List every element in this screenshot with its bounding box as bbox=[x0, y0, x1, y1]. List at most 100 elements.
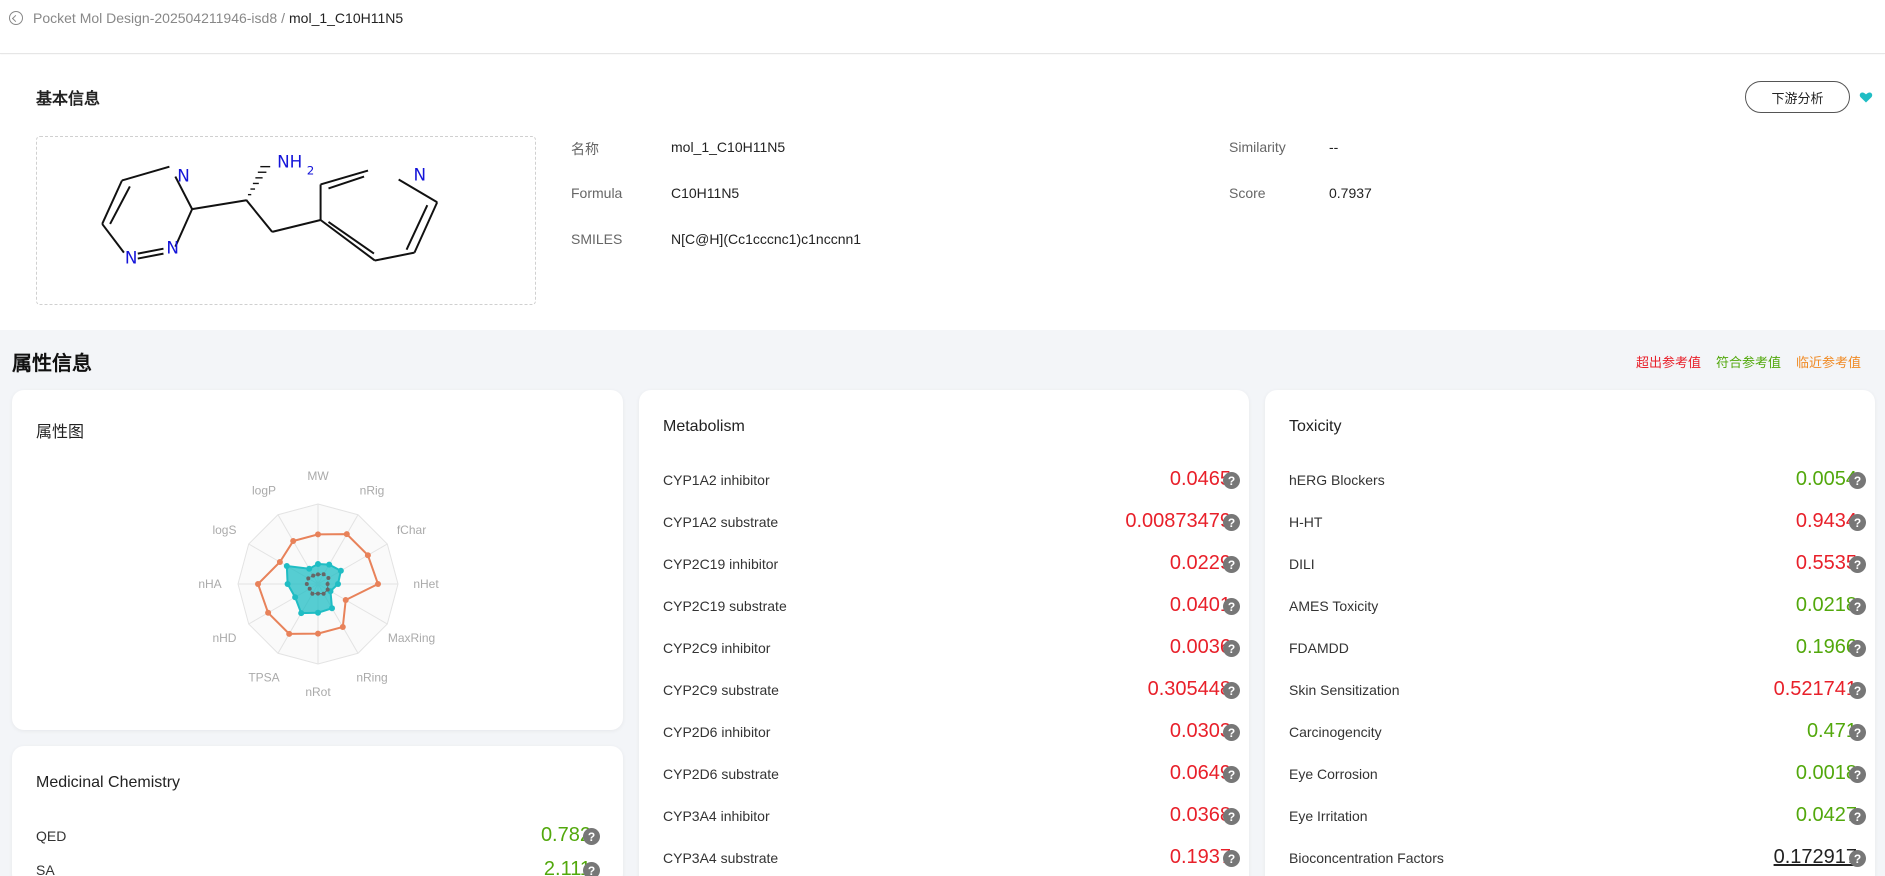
radar-axis-label: nHD bbox=[212, 631, 236, 645]
property-value: 0.1937 bbox=[1169, 846, 1231, 868]
breadcrumb-current: mol_1_C10H11N5 bbox=[289, 10, 404, 26]
help-icon[interactable]: ? bbox=[1849, 724, 1866, 741]
help-icon[interactable]: ? bbox=[1849, 850, 1866, 867]
property-value: 0.471 bbox=[1806, 720, 1857, 742]
radar-reference-point bbox=[364, 552, 371, 559]
help-icon[interactable]: ? bbox=[1849, 472, 1866, 489]
bond-4 bbox=[137, 247, 164, 255]
help-icon[interactable]: ? bbox=[1223, 472, 1240, 489]
bond-10 bbox=[271, 219, 321, 233]
basic-info-title: 基本信息 bbox=[36, 91, 101, 108]
top-bar: Pocket Mol Design-202504211946-isd8/mol_… bbox=[0, 0, 1885, 54]
bond-15 bbox=[405, 204, 429, 251]
radar-inner-point bbox=[307, 586, 312, 591]
bond-19 bbox=[328, 175, 365, 190]
radar-card: 属性图 MW nRig fChar nHet MaxRing nRing nRot TPSA n… bbox=[12, 390, 623, 730]
help-icon[interactable]: ? bbox=[1223, 640, 1240, 657]
downstream-analysis-button[interactable]: 下游分析 bbox=[1745, 81, 1850, 113]
radar-reference-point bbox=[343, 531, 350, 538]
smiles-label: SMILES bbox=[571, 231, 623, 247]
atom-nh2: NH bbox=[277, 152, 302, 172]
properties-title: 属性信息 bbox=[12, 353, 92, 375]
property-label: CYP1A2 substrate bbox=[663, 514, 779, 530]
property-label: H-HT bbox=[1289, 514, 1323, 530]
property-value[interactable]: 0.172917 bbox=[1657, 846, 1857, 869]
legend-near: 临近参考值 bbox=[1796, 355, 1862, 370]
help-icon[interactable]: ? bbox=[1223, 724, 1240, 741]
help-icon[interactable]: ? bbox=[583, 862, 600, 876]
radar-inner-point bbox=[325, 582, 330, 586]
property-value: 0.00873479 bbox=[1125, 510, 1231, 532]
property-label: CYP2C19 inhibitor bbox=[663, 556, 779, 572]
breadcrumb-project-link[interactable]: Pocket Mol Design-202504211946-isd8 bbox=[33, 10, 277, 26]
property-label: AMES Toxicity bbox=[1289, 598, 1379, 614]
radar-axis-label: nRig bbox=[360, 483, 385, 497]
property-label: CYP3A4 inhibitor bbox=[663, 808, 770, 824]
help-icon[interactable]: ? bbox=[1223, 556, 1240, 573]
radar-molecule-point bbox=[284, 581, 291, 587]
help-icon[interactable]: ? bbox=[583, 828, 600, 845]
radar-inner-point bbox=[321, 572, 326, 577]
medicinal-chemistry-title: Medicinal Chemistry bbox=[36, 774, 181, 791]
formula-value: C10H11N5 bbox=[671, 185, 740, 201]
property-value: 0.0229 bbox=[1169, 552, 1231, 574]
property-value: 0.0649 bbox=[1169, 762, 1231, 784]
property-label: CYP1A2 inhibitor bbox=[663, 472, 770, 488]
help-icon[interactable]: ? bbox=[1849, 640, 1866, 657]
similarity-value: -- bbox=[1329, 139, 1339, 155]
radar-molecule-point bbox=[337, 567, 344, 574]
smiles-value: N[C@H](Cc1cccnc1)c1nccnn1 bbox=[671, 231, 862, 247]
score-value: 0.7937 bbox=[1329, 185, 1372, 201]
radar-reference-point bbox=[339, 623, 346, 630]
bond-5 bbox=[137, 252, 164, 260]
bond-12 bbox=[327, 221, 375, 255]
radar-reference-point bbox=[375, 581, 381, 587]
bond-8 bbox=[191, 199, 247, 211]
radar-reference-point bbox=[265, 609, 272, 616]
property-label: Bioconcentration Factors bbox=[1289, 850, 1444, 866]
help-icon[interactable]: ? bbox=[1849, 766, 1866, 783]
property-value: 0.1966 bbox=[1795, 636, 1857, 658]
property-label: Eye Irritation bbox=[1289, 808, 1368, 824]
radar-inner-point bbox=[326, 576, 331, 580]
radar-inner-point bbox=[321, 591, 326, 596]
radar-reference-point bbox=[276, 559, 283, 565]
property-value: 0.5535 bbox=[1795, 552, 1857, 574]
radar-axis-label: nRot bbox=[305, 685, 331, 699]
atom-nh2-subscript: 2 bbox=[307, 164, 315, 178]
property-label: FDAMDD bbox=[1289, 640, 1349, 656]
property-value: 2.111 bbox=[543, 858, 591, 876]
property-value: 0.0036 bbox=[1169, 636, 1231, 658]
radar-inner-point bbox=[304, 582, 309, 586]
back-arrow-icon[interactable] bbox=[9, 11, 23, 25]
radar-reference-point bbox=[255, 581, 261, 587]
radar-inner-point bbox=[316, 591, 320, 596]
metabolism-title: Metabolism bbox=[663, 418, 745, 435]
help-icon[interactable]: ? bbox=[1223, 850, 1240, 867]
atom-n4: N bbox=[413, 164, 426, 184]
help-icon[interactable]: ? bbox=[1223, 682, 1240, 699]
help-icon[interactable]: ? bbox=[1849, 556, 1866, 573]
help-icon[interactable]: ? bbox=[1223, 808, 1240, 825]
help-icon[interactable]: ? bbox=[1223, 598, 1240, 615]
toxicity-card: Toxicity hERG Blockers 0.0054? H-HT 0.9434?… bbox=[1265, 390, 1875, 876]
radar-axis-label: fChar bbox=[397, 523, 426, 537]
property-label: Eye Corrosion bbox=[1289, 766, 1378, 782]
property-label: Skin Sensitization bbox=[1289, 682, 1400, 698]
help-icon[interactable]: ? bbox=[1223, 766, 1240, 783]
bond-13 bbox=[374, 251, 415, 262]
help-icon[interactable]: ? bbox=[1849, 598, 1866, 615]
help-icon[interactable]: ? bbox=[1849, 514, 1866, 531]
name-value: mol_1_C10H11N5 bbox=[671, 139, 786, 155]
radar-inner-point bbox=[311, 573, 316, 578]
property-value: 0.9434 bbox=[1795, 510, 1857, 532]
favorite-heart-icon[interactable] bbox=[1859, 90, 1873, 104]
help-icon[interactable]: ? bbox=[1849, 682, 1866, 699]
help-icon[interactable]: ? bbox=[1849, 808, 1866, 825]
atom-n2: N bbox=[125, 247, 138, 267]
radar-inner-point bbox=[325, 587, 330, 592]
medicinal-chemistry-card: Medicinal Chemistry QED 0.782? SA 2.111? bbox=[12, 746, 623, 876]
bond-1 bbox=[101, 180, 123, 225]
help-icon[interactable]: ? bbox=[1223, 514, 1240, 531]
property-label: hERG Blockers bbox=[1289, 472, 1385, 488]
